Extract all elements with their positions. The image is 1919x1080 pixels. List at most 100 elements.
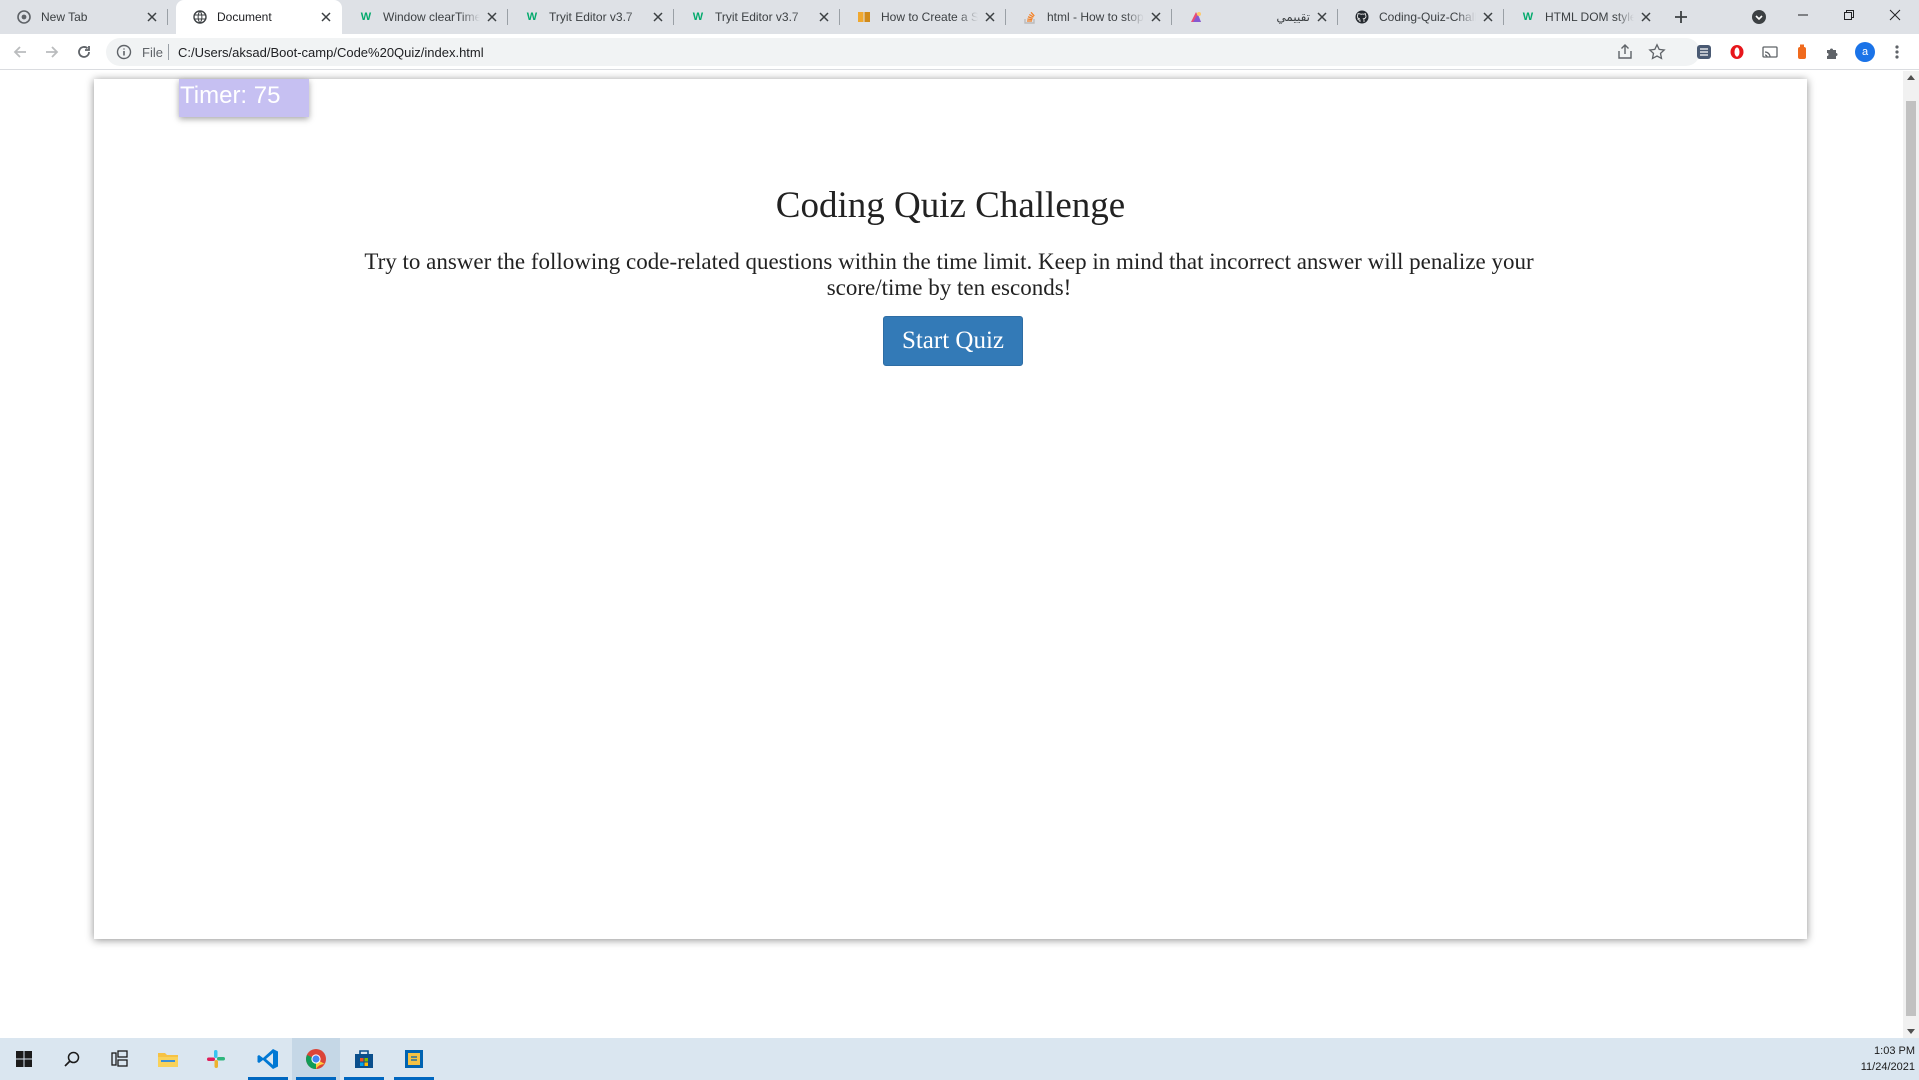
- back-button[interactable]: [8, 40, 32, 64]
- tab-html-dom-style[interactable]: W HTML DOM style Property: [1504, 0, 1662, 34]
- close-icon[interactable]: [484, 9, 500, 25]
- system-clock[interactable]: 1:03 PM 11/24/2021: [1861, 1043, 1915, 1075]
- tab-title: html - How to stop: [1047, 10, 1144, 24]
- orange-extension-button[interactable]: [1791, 41, 1813, 63]
- w3schools-icon: W: [360, 11, 372, 23]
- github-icon: [1354, 9, 1370, 25]
- tab-title: Document: [217, 10, 272, 24]
- close-icon[interactable]: [1314, 9, 1330, 25]
- timer-display: Timer: 75: [179, 79, 309, 117]
- quiz-card: Timer: 75 Coding Quiz Challenge Try to a…: [94, 79, 1807, 939]
- new-tab-button[interactable]: [1667, 5, 1695, 29]
- clock-date: 11/24/2021: [1860, 1061, 1915, 1073]
- reload-icon: [78, 46, 90, 58]
- search-icon: [64, 1051, 80, 1067]
- w3schools-icon: W: [1522, 11, 1534, 23]
- profile-avatar[interactable]: a: [1855, 42, 1875, 62]
- tab-strip: New Tab Document W Window clearTimeout W…: [0, 0, 1919, 34]
- taskbar-search-button[interactable]: [48, 1038, 96, 1080]
- tab-arabic[interactable]: تقييمي: [1172, 0, 1338, 34]
- arrow-left-icon: [13, 46, 26, 58]
- cast-extension-button[interactable]: [1759, 41, 1781, 63]
- tab-title: HTML DOM style Property: [1545, 10, 1634, 24]
- tab-search-button[interactable]: [1748, 6, 1770, 28]
- opera-icon: [1730, 45, 1744, 59]
- grid-extension-icon: [1697, 45, 1711, 59]
- page-title: Coding Quiz Challenge: [775, 185, 1126, 226]
- restore-icon: [1844, 10, 1854, 20]
- store-button[interactable]: [340, 1038, 388, 1080]
- tab-title: Tryit Editor v3.7: [549, 10, 633, 24]
- tab-stopwatch[interactable]: How to Create a Stopwatch: [840, 0, 1006, 34]
- close-window-button[interactable]: [1872, 0, 1918, 30]
- tab-title: تقييمي: [1276, 10, 1310, 24]
- windows-taskbar: 1:03 PM 11/24/2021: [0, 1038, 1919, 1080]
- vscode-button[interactable]: [244, 1038, 292, 1080]
- puzzle-icon: [1827, 48, 1838, 59]
- close-icon[interactable]: [982, 9, 998, 25]
- bottle-icon: [1798, 44, 1806, 59]
- extensions-button[interactable]: [1822, 41, 1844, 63]
- minimize-button[interactable]: [1780, 0, 1826, 30]
- restore-button[interactable]: [1826, 0, 1872, 30]
- close-icon[interactable]: [144, 9, 160, 25]
- chevron-down-icon: [1752, 10, 1766, 24]
- start-button[interactable]: [0, 1038, 48, 1080]
- tab-title: How to Create a Stopwatch: [881, 10, 978, 24]
- extension-puzzle-app-icon[interactable]: [1693, 41, 1715, 63]
- tab-tryit-editor-2[interactable]: W Tryit Editor v3.7: [674, 0, 840, 34]
- tab-title: Window clearTimeout: [383, 10, 480, 24]
- address-bar[interactable]: File C:/Users/aksad/Boot-camp/Code%20Qui…: [106, 38, 1700, 66]
- colorful-app-icon: [1188, 9, 1204, 25]
- globe-icon: [192, 9, 208, 25]
- store-icon: [355, 1050, 373, 1068]
- tab-document[interactable]: Document: [176, 0, 342, 34]
- tab-title: Tryit Editor v3.7: [715, 10, 799, 24]
- opera-extension-button[interactable]: [1726, 41, 1748, 63]
- star-icon[interactable]: [1648, 43, 1666, 61]
- plus-icon: [1675, 11, 1687, 23]
- share-icon[interactable]: [1616, 43, 1634, 61]
- browser-menu-button[interactable]: [1886, 41, 1908, 63]
- info-icon[interactable]: [116, 44, 132, 60]
- scroll-thumb[interactable]: [1906, 101, 1916, 1016]
- start-quiz-button[interactable]: Start Quiz: [883, 316, 1023, 366]
- chrome-taskbar-button[interactable]: [292, 1038, 340, 1080]
- slack-icon: [207, 1050, 225, 1068]
- scroll-up-arrow-icon[interactable]: [1907, 75, 1915, 80]
- forward-button[interactable]: [40, 40, 64, 64]
- clock-time: 1:03 PM: [1874, 1045, 1915, 1057]
- close-icon[interactable]: [1148, 9, 1164, 25]
- sticky-app-button[interactable]: [390, 1038, 438, 1080]
- tab-new-tab[interactable]: New Tab: [0, 0, 168, 34]
- close-icon[interactable]: [816, 9, 832, 25]
- close-icon[interactable]: [1480, 9, 1496, 25]
- more-vert-icon: [1895, 45, 1899, 59]
- stackoverflow-icon: [1022, 9, 1038, 25]
- page-scrollbar[interactable]: [1903, 71, 1919, 1038]
- windows-start-icon: [16, 1051, 32, 1067]
- file-explorer-button[interactable]: [144, 1038, 192, 1080]
- tab-separator: [167, 9, 168, 25]
- url-text[interactable]: C:/Users/aksad/Boot-camp/Code%20Quiz/ind…: [178, 45, 484, 60]
- chrome-icon: [306, 1049, 326, 1070]
- tab-github[interactable]: Coding-Quiz-Challenge: [1338, 0, 1504, 34]
- close-icon[interactable]: [650, 9, 666, 25]
- sticky-app-icon: [405, 1050, 423, 1068]
- scroll-down-arrow-icon[interactable]: [1907, 1029, 1915, 1034]
- browser-toolbar: File C:/Users/aksad/Boot-camp/Code%20Qui…: [0, 34, 1919, 70]
- book-icon: [856, 9, 872, 25]
- close-icon[interactable]: [1638, 9, 1654, 25]
- tab-title: Coding-Quiz-Challenge: [1379, 10, 1476, 24]
- close-icon[interactable]: [318, 9, 334, 25]
- chrome-icon: [16, 9, 32, 25]
- arrow-right-icon: [46, 46, 59, 58]
- slack-button[interactable]: [192, 1038, 240, 1080]
- task-view-button[interactable]: [96, 1038, 144, 1080]
- page-viewport: Timer: 75 Coding Quiz Challenge Try to a…: [0, 71, 1903, 1038]
- file-explorer-icon: [158, 1053, 178, 1067]
- tab-window-cleartimeout[interactable]: W Window clearTimeout: [342, 0, 508, 34]
- tab-tryit-editor-1[interactable]: W Tryit Editor v3.7: [508, 0, 674, 34]
- reload-button[interactable]: [72, 40, 96, 64]
- tab-stackoverflow[interactable]: html - How to stop: [1006, 0, 1172, 34]
